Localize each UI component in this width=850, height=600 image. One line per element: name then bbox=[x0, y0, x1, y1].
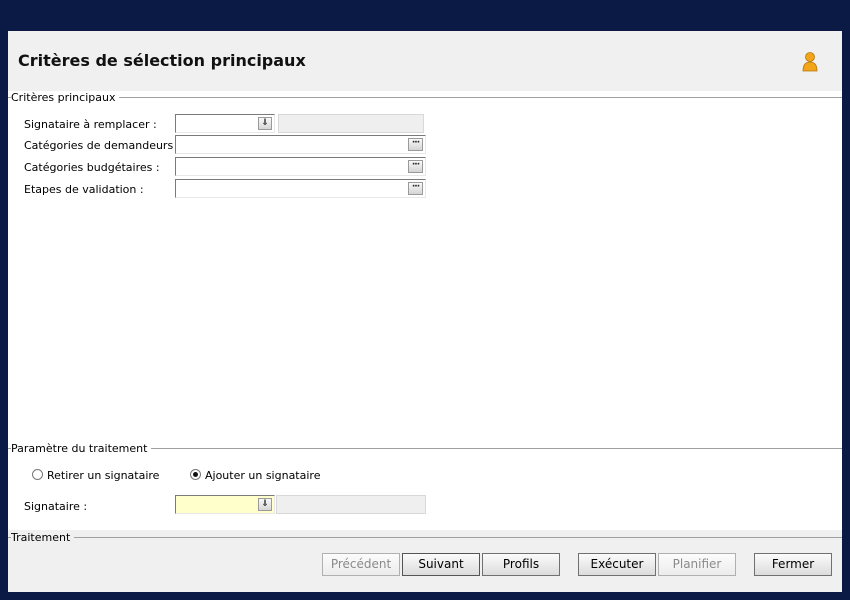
person-icon bbox=[802, 52, 818, 72]
previous-button[interactable]: Précédent bbox=[322, 553, 400, 576]
ellipsis-icon[interactable]: ··· bbox=[408, 182, 423, 195]
categories-demandeurs-field[interactable]: ··· bbox=[175, 135, 426, 154]
radio-ajouter-label[interactable]: Ajouter un signataire bbox=[205, 469, 320, 482]
section-divider bbox=[8, 97, 842, 98]
radio-ajouter-signataire[interactable] bbox=[190, 469, 201, 480]
dialog-window: Critères de sélection principaux Critère… bbox=[8, 31, 842, 592]
signataire-label: Signataire : bbox=[24, 500, 88, 513]
etapes-validation-field[interactable]: ··· bbox=[175, 179, 426, 198]
ellipsis-icon[interactable]: ··· bbox=[408, 138, 423, 151]
execute-button[interactable]: Exécuter bbox=[578, 553, 656, 576]
section-legend-traitement: Traitement bbox=[11, 531, 75, 544]
signataire-description bbox=[276, 495, 426, 514]
signataire-combo[interactable]: ⇓ bbox=[175, 495, 275, 514]
profiles-button[interactable]: Profils bbox=[482, 553, 560, 576]
schedule-button[interactable]: Planifier bbox=[658, 553, 736, 576]
categories-demandeurs-label: Catégories de demandeurs : bbox=[24, 139, 181, 152]
signataire-remplacer-label: Signataire à remplacer : bbox=[24, 118, 157, 131]
section-legend-main: Critères principaux bbox=[11, 91, 120, 104]
categories-budgetaires-field[interactable]: ··· bbox=[175, 157, 426, 176]
next-button[interactable]: Suivant bbox=[402, 553, 480, 576]
close-button[interactable]: Fermer bbox=[754, 553, 832, 576]
ellipsis-icon[interactable]: ··· bbox=[408, 160, 423, 173]
categories-budgetaires-label: Catégories budgétaires : bbox=[24, 161, 160, 174]
double-chevron-down-icon[interactable]: ⇓ bbox=[258, 498, 272, 511]
signataire-remplacer-combo[interactable]: ⇓ bbox=[175, 114, 275, 133]
section-legend-params: Paramètre du traitement bbox=[11, 442, 152, 455]
radio-retirer-signataire[interactable] bbox=[32, 469, 43, 480]
signataire-remplacer-description bbox=[278, 114, 424, 133]
section-divider bbox=[8, 537, 842, 538]
page-title: Critères de sélection principaux bbox=[18, 51, 306, 70]
etapes-validation-label: Etapes de validation : bbox=[24, 183, 144, 196]
double-chevron-down-icon[interactable]: ⇓ bbox=[258, 117, 272, 130]
radio-retirer-label[interactable]: Retirer un signataire bbox=[47, 469, 159, 482]
dialog-header: Critères de sélection principaux bbox=[8, 31, 842, 91]
